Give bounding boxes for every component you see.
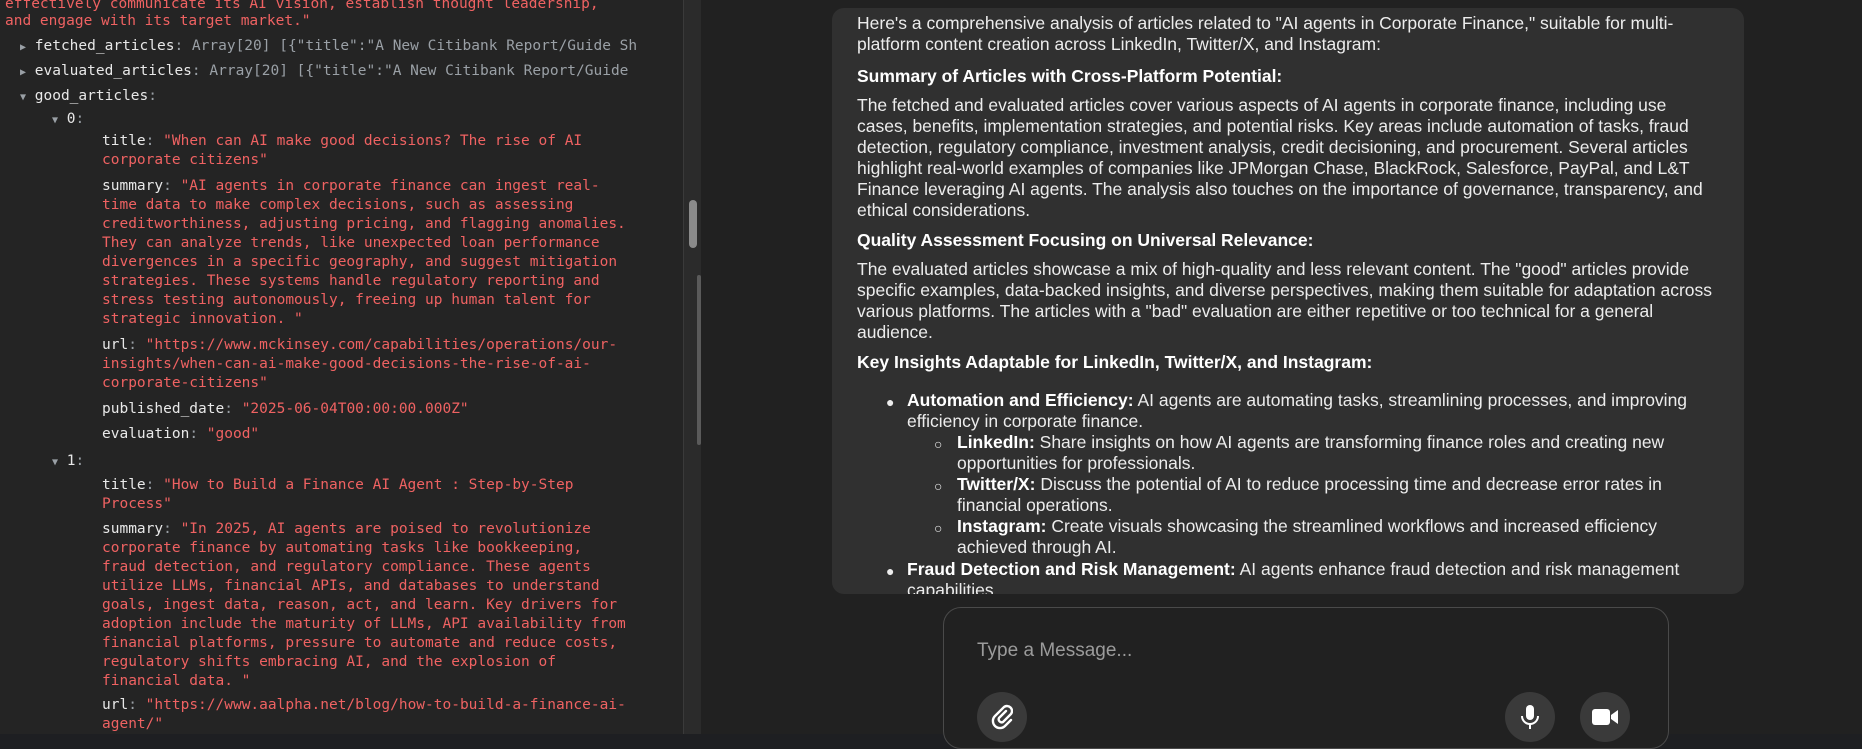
title-field: title: "How to Build a Finance AI Agent … bbox=[102, 477, 574, 493]
inspector-scrollbar[interactable] bbox=[683, 0, 702, 734]
item-index-row[interactable]: ▼ 0: bbox=[52, 110, 84, 130]
section-heading: Key Insights Adaptable for LinkedIn, Twi… bbox=[857, 352, 1373, 372]
sub-list-item: Twitter/X: Discuss the potential of AI t… bbox=[957, 474, 1662, 515]
intro-text-line: and engage with its target market." bbox=[5, 13, 311, 29]
expand-arrow-icon[interactable]: ▶ bbox=[20, 42, 26, 53]
summary-value-cont: regulatory shifts embracing AI, and the … bbox=[102, 654, 556, 670]
title-value-cont: Process" bbox=[102, 496, 172, 512]
summary-value-cont: financial platforms, pressure to automat… bbox=[102, 635, 618, 651]
list-item: Automation and Efficiency: AI agents are… bbox=[907, 390, 1688, 431]
collapse-arrow-icon[interactable]: ▼ bbox=[52, 457, 58, 468]
summary-value-cont: strategies. These systems handle regulat… bbox=[102, 273, 600, 289]
section-heading: Summary of Articles with Cross-Platform … bbox=[857, 66, 1283, 86]
scrollbar-thumb[interactable] bbox=[689, 200, 697, 248]
message-input[interactable]: Type a Message... bbox=[977, 640, 1132, 662]
sub-bullet-circle: ○ bbox=[934, 436, 943, 452]
message-composer[interactable]: Type a Message... bbox=[943, 607, 1669, 749]
quality-paragraph: The evaluated articles showcase a mix of… bbox=[857, 259, 1713, 342]
evaluated-articles-row[interactable]: ▶ evaluated_articles: Array[20] [{"title… bbox=[20, 62, 628, 82]
summary-value-cont: divergences in a specific geography, and… bbox=[102, 254, 618, 270]
collapse-arrow-icon[interactable]: ▼ bbox=[52, 115, 58, 126]
title-value-cont: corporate citizens" bbox=[102, 152, 268, 168]
list-item: Fraud Detection and Risk Management: AI … bbox=[907, 559, 1680, 594]
video-button[interactable] bbox=[1580, 692, 1630, 742]
summary-field: summary: "In 2025, AI agents are poised … bbox=[102, 521, 591, 537]
published-date-field: published_date: "2025-06-04T00:00:00.000… bbox=[102, 401, 469, 417]
paperclip-icon bbox=[991, 704, 1013, 730]
url-field: url: "https://www.mckinsey.com/capabilit… bbox=[102, 337, 618, 353]
url-field: url: "https://www.aalpha.net/blog/how-to… bbox=[102, 697, 626, 713]
microphone-icon bbox=[1521, 705, 1539, 729]
microphone-button[interactable] bbox=[1505, 692, 1555, 742]
summary-value-cont: fraud detection, and regulatory complian… bbox=[102, 559, 591, 575]
evaluation-field: evaluation: "good" bbox=[102, 426, 260, 442]
bullet-dot: ● bbox=[886, 563, 895, 579]
summary-value-cont: adoption include the maturity of LLMs, A… bbox=[102, 616, 626, 632]
summary-value-cont: They can analyze trends, like unexpected… bbox=[102, 235, 600, 251]
summary-value-cont: time data to make complex decisions, suc… bbox=[102, 197, 574, 213]
chat-panel: Here's a comprehensive analysis of artic… bbox=[701, 0, 1862, 749]
sub-list-item: Instagram: Create visuals showcasing the… bbox=[957, 516, 1658, 557]
attach-button[interactable] bbox=[977, 692, 1027, 742]
summary-field: summary: "AI agents in corporate finance… bbox=[102, 178, 600, 194]
summary-value-cont: strategic innovation. " bbox=[102, 311, 303, 327]
url-value-cont: agent/" bbox=[102, 716, 164, 732]
sub-list-item: LinkedIn: Share insights on how AI agent… bbox=[957, 432, 1665, 473]
summary-value-cont: financial data. " bbox=[102, 673, 251, 689]
url-value-cont: insights/when-can-ai-make-good-decisions… bbox=[102, 356, 591, 372]
expand-arrow-icon[interactable]: ▶ bbox=[20, 67, 26, 78]
url-value-cont: corporate-citizens" bbox=[102, 375, 268, 391]
collapse-arrow-icon[interactable]: ▼ bbox=[20, 92, 26, 103]
sub-bullet-circle: ○ bbox=[934, 520, 943, 536]
summary-value-cont: utilize LLMs, financial APIs, and databa… bbox=[102, 578, 600, 594]
intro-paragraph: Here's a comprehensive analysis of artic… bbox=[857, 13, 1674, 54]
assistant-message: Here's a comprehensive analysis of artic… bbox=[832, 8, 1744, 594]
sub-bullet-circle: ○ bbox=[934, 478, 943, 494]
title-field: title: "When can AI make good decisions?… bbox=[102, 133, 583, 149]
video-camera-icon bbox=[1592, 709, 1618, 725]
summary-value-cont: corporate finance by automating tasks li… bbox=[102, 540, 583, 556]
summary-value-cont: goals, ingest data, reason, act, and lea… bbox=[102, 597, 618, 613]
fetched-articles-row[interactable]: ▶ fetched_articles: Array[20] [{"title":… bbox=[20, 37, 637, 57]
summary-value-cont: stress testing autonomously, freeing up … bbox=[102, 292, 591, 308]
section-heading: Quality Assessment Focusing on Universal… bbox=[857, 230, 1314, 250]
item-index-row[interactable]: ▼ 1: bbox=[52, 452, 84, 472]
state-inspector-panel: effectively communicate its AI vision, e… bbox=[0, 0, 683, 734]
summary-paragraph: The fetched and evaluated articles cover… bbox=[857, 95, 1703, 220]
bullet-dot: ● bbox=[886, 394, 895, 410]
summary-value-cont: creditworthiness, adjusting pricing, and… bbox=[102, 216, 626, 232]
good-articles-row[interactable]: ▼ good_articles: bbox=[20, 87, 157, 107]
